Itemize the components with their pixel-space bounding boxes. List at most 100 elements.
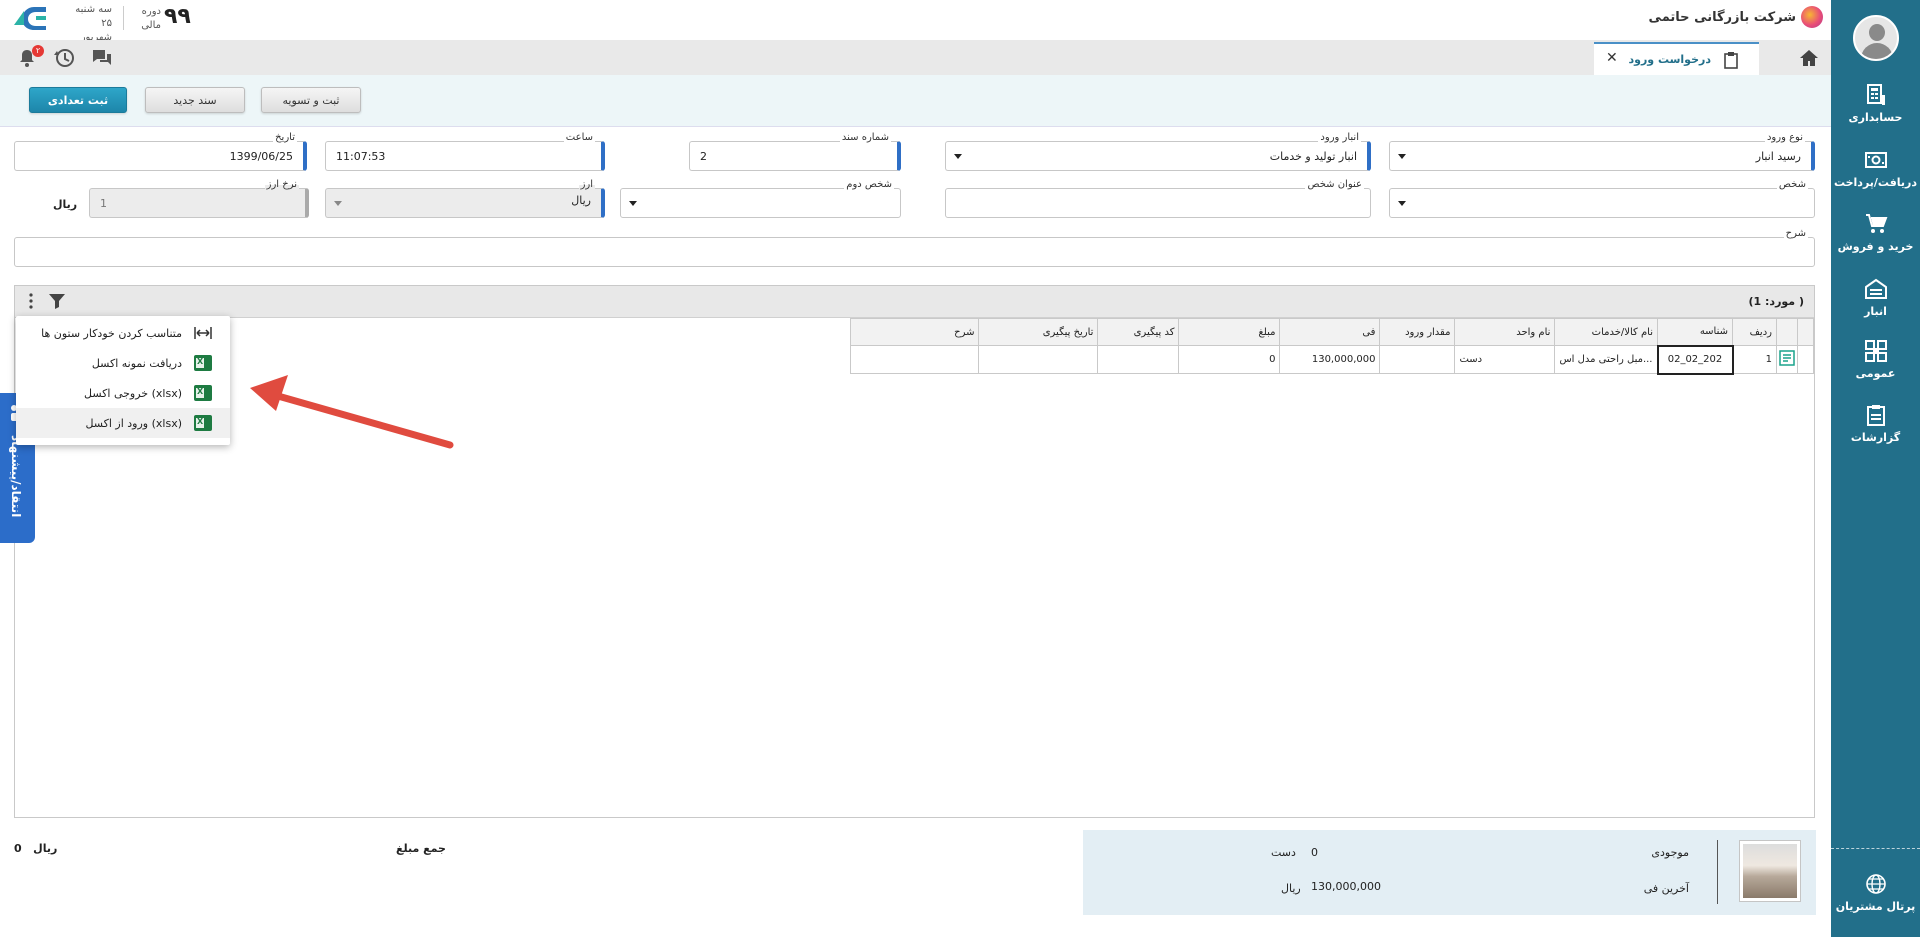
menu-item-auto-fit-columns[interactable]: متناسب کردن خودکار ستون ها xyxy=(16,318,230,348)
entry-type-field[interactable]: نوع ورود رسید انبار xyxy=(1389,132,1815,171)
cell-tracking-code[interactable] xyxy=(1097,345,1180,374)
cell-code[interactable]: 02_02_202 xyxy=(1656,344,1734,375)
second-person-field[interactable]: شخص دوم xyxy=(620,179,901,218)
menu-item-import-excel[interactable]: ورود از اکسل (xlsx) xyxy=(16,408,230,438)
accounting-icon xyxy=(1866,84,1885,105)
feedback-label: انتقاد/پیشنهاد xyxy=(9,435,23,518)
top-header: شرکت بازرگانی حاتمی ۹۹ دوره مالی سه شنبه… xyxy=(0,0,1831,57)
field-label: شخص xyxy=(1776,179,1808,191)
product-thumbnail[interactable] xyxy=(1739,840,1801,902)
submit-count-button[interactable]: ثبت تعدادی xyxy=(29,87,127,113)
history-icon[interactable] xyxy=(53,47,75,69)
row-detail-cell[interactable] xyxy=(1776,345,1798,374)
tab-bar: درخواست ورود ✕ ۲ xyxy=(0,40,1831,75)
table-row[interactable]: 0 130,000,000 دست مبل راحتی مدل اس... 02… xyxy=(850,344,1814,375)
column-header-quantity[interactable]: مقدار ورود xyxy=(1379,318,1456,346)
home-tab[interactable] xyxy=(1786,40,1831,75)
sidebar-item-reports[interactable]: گزارشات xyxy=(1831,403,1920,444)
sidebar-item-sales[interactable]: خرید و فروش xyxy=(1831,212,1920,253)
field-label: ارز xyxy=(578,179,595,191)
field-label: شماره سند xyxy=(839,132,891,144)
grid-toolbar: (مورد: 1 ) xyxy=(15,286,1814,318)
items-grid: (مورد: 1 ) شرح تاریخ پیگیری کد پیگیری مب… xyxy=(14,285,1815,818)
tab-label: درخواست ورود xyxy=(1628,53,1711,66)
sidebar-item-warehouse[interactable]: انبار xyxy=(1831,277,1920,318)
column-header-code[interactable]: شناسه xyxy=(1657,318,1733,346)
column-header-product-name[interactable]: نام کالا/خدمات xyxy=(1554,318,1658,346)
column-header-desc[interactable]: شرح xyxy=(850,318,980,346)
sidebar-item-payments[interactable]: دریافت/پرداخت xyxy=(1831,148,1920,189)
more-options-icon[interactable] xyxy=(29,293,33,309)
currency-field: ارز ریال xyxy=(325,179,605,218)
submit-settle-button[interactable]: ثبت و تسویه xyxy=(261,87,361,113)
sidebar-item-customer-portal[interactable]: پرتال مشتریان xyxy=(1831,872,1920,913)
cell-product-name[interactable]: مبل راحتی مدل اس... xyxy=(1554,345,1658,374)
action-toolbar: ثبت و تسویه سند جدید ثبت تعدادی xyxy=(0,75,1831,127)
person-title-field[interactable]: عنوان شخص xyxy=(945,179,1371,218)
main-sidebar: حسابداری دریافت/پرداخت خرید و فروش انبار… xyxy=(1831,0,1920,937)
cell-amount[interactable]: 0 xyxy=(1178,345,1281,374)
cell-unit[interactable]: دست xyxy=(1454,345,1556,374)
general-icon xyxy=(1864,340,1887,362)
excel-icon xyxy=(194,415,212,431)
cell-desc[interactable] xyxy=(850,345,980,374)
table-header-row: شرح تاریخ پیگیری کد پیگیری مبلغ فی مقدار… xyxy=(850,318,1814,346)
stock-value: 0 xyxy=(1311,846,1318,859)
dropdown-caret-icon[interactable] xyxy=(1398,154,1406,159)
person-field[interactable]: شخص xyxy=(1389,179,1815,218)
last-fee-unit: ریال xyxy=(1281,882,1301,895)
new-document-button[interactable]: سند جدید xyxy=(145,87,245,113)
dropdown-caret-icon[interactable] xyxy=(629,201,637,206)
last-fee-value: 130,000,000 xyxy=(1311,880,1381,893)
row-details-icon[interactable] xyxy=(1779,350,1795,366)
doc-number-field[interactable]: شماره سند 2 xyxy=(689,132,901,171)
cell-row-number: 1 xyxy=(1732,345,1777,374)
chat-icon[interactable] xyxy=(91,47,113,69)
field-label: نوع ورود xyxy=(1764,132,1805,144)
row-count: (مورد: 1 ) xyxy=(1748,295,1805,308)
dropdown-caret-icon[interactable] xyxy=(1398,201,1406,206)
field-value: 11:07:53 xyxy=(336,150,386,163)
sidebar-item-general[interactable]: عمومی xyxy=(1831,339,1920,380)
grid-options-menu: متناسب کردن خودکار ستون ها دریافت نمونه … xyxy=(16,316,230,445)
warehouse-icon xyxy=(1864,278,1887,299)
entry-warehouse-field[interactable]: انبار ورود انبار تولید و خدمات xyxy=(945,132,1371,171)
menu-item-export-excel[interactable]: خروجی اکسل (xlsx) xyxy=(16,378,230,408)
exchange-rate-field: نرخ ارز 1 xyxy=(89,179,309,218)
menu-item-label: متناسب کردن خودکار ستون ها xyxy=(41,327,182,340)
column-header-amount[interactable]: مبلغ xyxy=(1178,318,1281,346)
field-value: 1399/06/25 xyxy=(229,150,293,163)
stock-info-panel: موجودی 0 دست آخرین فی 130,000,000 ریال xyxy=(1083,830,1816,915)
date-field[interactable]: تاریخ 1399/06/25 xyxy=(14,132,307,171)
field-label: نرخ ارز xyxy=(264,179,299,191)
sidebar-item-accounting[interactable]: حسابداری xyxy=(1831,83,1920,124)
menu-item-label: ورود از اکسل (xlsx) xyxy=(85,417,182,430)
cell-fee[interactable]: 130,000,000 xyxy=(1279,345,1381,374)
description-field[interactable]: شرح xyxy=(14,228,1815,267)
menu-item-download-excel-sample[interactable]: دریافت نمونه اکسل xyxy=(16,348,230,378)
tab-close-icon[interactable]: ✕ xyxy=(1606,50,1618,66)
notifications-button[interactable]: ۲ xyxy=(18,45,44,69)
sidebar-item-label: خرید و فروش xyxy=(1837,240,1914,253)
cell-tracking-date[interactable] xyxy=(978,345,1099,374)
panel-divider xyxy=(1717,840,1718,904)
document-icon xyxy=(1724,52,1738,69)
column-header-tracking-code[interactable]: کد پیگیری xyxy=(1097,318,1180,346)
filter-icon[interactable] xyxy=(48,293,66,309)
field-value: 2 xyxy=(700,150,707,163)
fiscal-period-number[interactable]: ۹۹ xyxy=(164,4,191,29)
dropdown-caret-icon[interactable] xyxy=(954,154,962,159)
cart-icon xyxy=(1865,214,1887,233)
column-header-row[interactable]: ردیف xyxy=(1732,318,1777,346)
cash-icon xyxy=(1864,152,1887,168)
header-divider xyxy=(123,6,124,30)
tab-entry-request[interactable]: درخواست ورود ✕ xyxy=(1594,42,1759,75)
cell-quantity[interactable] xyxy=(1379,345,1456,374)
column-header-tracking-date[interactable]: تاریخ پیگیری xyxy=(978,318,1099,346)
sidebar-item-label: پرتال مشتریان xyxy=(1835,900,1916,913)
column-header-unit[interactable]: نام واحد xyxy=(1454,318,1556,346)
user-avatar[interactable] xyxy=(1853,15,1899,61)
time-field[interactable]: ساعت 11:07:53 xyxy=(325,132,605,171)
column-header-fee[interactable]: فی xyxy=(1279,318,1381,346)
field-value: رسید انبار xyxy=(1755,150,1801,163)
